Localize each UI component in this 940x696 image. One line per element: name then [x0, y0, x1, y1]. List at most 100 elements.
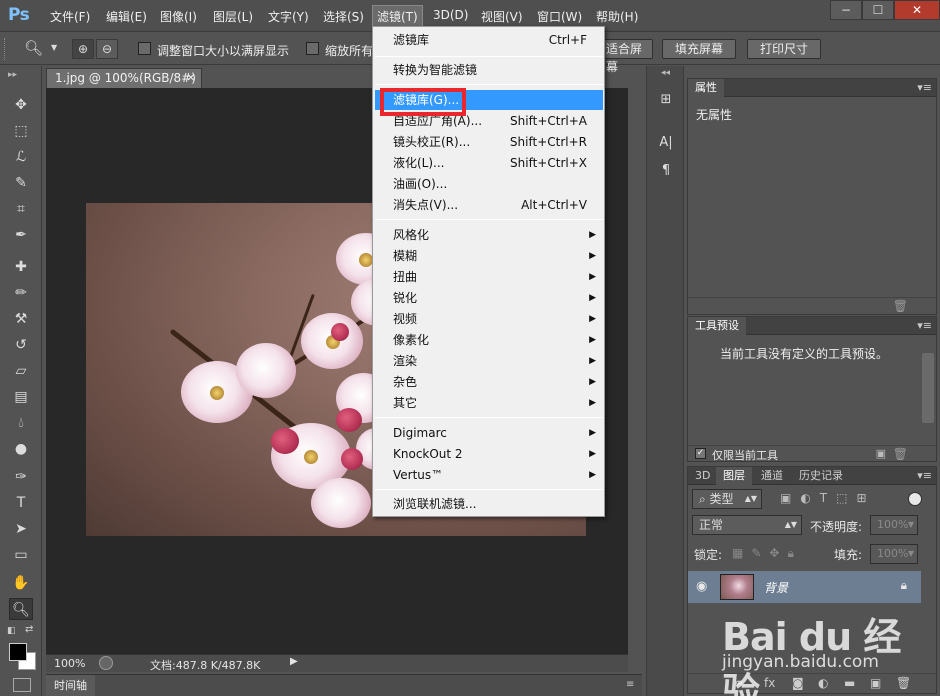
timeline-menu-icon[interactable]: ≡ [626, 679, 634, 690]
tab-tool-presets[interactable]: 工具预设 [688, 317, 746, 335]
fill-input[interactable]: 100% ▼ [870, 544, 918, 564]
panel-menu-icon[interactable]: ▾≡ [917, 319, 932, 332]
fill-screen-button[interactable]: 填充屏幕 [662, 39, 736, 59]
eraser-tool-icon[interactable]: ▱ [9, 360, 33, 382]
maximize-button[interactable]: ☐ [862, 0, 894, 20]
collapse-toolbar-icon[interactable]: ▸▸ [8, 70, 17, 80]
eyedropper-tool-icon[interactable]: ✒ [9, 224, 33, 246]
eye-icon[interactable]: ◉ [696, 579, 707, 594]
zoom-all-checkbox[interactable] [306, 42, 319, 55]
menu-item-blur[interactable]: 模糊 ▶ [373, 246, 604, 266]
brush-tool-icon[interactable]: ✏ [9, 282, 33, 304]
menu-item-render[interactable]: 渲染 ▶ [373, 351, 604, 371]
tab-history[interactable]: 历史记录 [792, 467, 850, 485]
layer-row[interactable]: ◉ 背景 🔒︎ [688, 571, 921, 603]
zoom-out-icon[interactable]: ⊖ [96, 39, 118, 59]
panel-menu-icon[interactable]: ▾≡ [917, 81, 932, 94]
menu-item-oil-paint[interactable]: 油画(O)... [373, 174, 604, 194]
menu-item-video[interactable]: 视频 ▶ [373, 309, 604, 329]
menu-item-pixelate[interactable]: 像素化 ▶ [373, 330, 604, 350]
tab-channels[interactable]: 通道 [754, 467, 790, 485]
menu-item-browse-online-filters[interactable]: 浏览联机滤镜... [373, 494, 604, 514]
minimize-button[interactable]: − [830, 0, 862, 20]
menu-item-vanishing-point[interactable]: 消失点(V)... Alt+Ctrl+V [373, 195, 604, 215]
menu-item-sharpen[interactable]: 锐化 ▶ [373, 288, 604, 308]
gradient-tool-icon[interactable]: ▤ [9, 386, 33, 408]
menu-item-digimarc[interactable]: Digimarc ▶ [373, 423, 604, 443]
shape-tool-icon[interactable]: ▭ [9, 544, 33, 566]
menu-help[interactable]: 帮助(H) [596, 8, 638, 25]
menu-item-stylize[interactable]: 风格化 ▶ [373, 225, 604, 245]
document-tab[interactable]: 1.jpg @ 100%(RGB/8#) ✕ [46, 68, 202, 88]
new-preset-icon[interactable]: ▣ [876, 447, 886, 460]
menu-item-distort[interactable]: 扭曲 ▶ [373, 267, 604, 287]
zoom-level[interactable]: 100% [54, 657, 85, 670]
collapse-strip-icon[interactable]: ◂◂ [661, 68, 670, 78]
panel-menu-icon[interactable]: ▾≡ [917, 469, 932, 482]
blur-tool-icon[interactable]: 💧︎ [9, 412, 33, 434]
opacity-input[interactable]: 100% ▼ [870, 515, 918, 535]
delete-icon[interactable]: 🗑︎ [893, 447, 908, 461]
menu-item-knockout[interactable]: KnockOut 2 ▶ [373, 444, 604, 464]
delete-icon[interactable]: 🗑︎ [893, 299, 908, 313]
character-strip-icon[interactable]: A| [656, 133, 676, 153]
menu-select[interactable]: 选择(S) [323, 8, 364, 25]
options-grip[interactable] [4, 38, 9, 60]
menu-filter[interactable]: 滤镜(T) [372, 5, 423, 28]
close-tab-icon[interactable]: ✕ [187, 69, 195, 88]
menu-item-convert-smart-filter[interactable]: 转换为智能滤镜 [373, 60, 604, 80]
menu-item-vertus[interactable]: Vertus™ ▶ [373, 465, 604, 485]
default-colors-icon[interactable]: ◧ [7, 626, 16, 636]
menu-item-filter-gallery-last[interactable]: 滤镜库 Ctrl+F [373, 30, 604, 50]
lock-icons[interactable]: ▦✎✥🔒︎ [732, 546, 802, 561]
type-tool-icon[interactable]: T [9, 492, 33, 514]
path-selection-tool-icon[interactable]: ➤ [9, 518, 33, 540]
dodge-tool-icon[interactable]: ● [9, 438, 33, 460]
menu-item-noise[interactable]: 杂色 ▶ [373, 372, 604, 392]
close-window-button[interactable]: ✕ [894, 0, 940, 20]
lasso-tool-icon[interactable]: ℒ [9, 146, 33, 168]
swap-colors-icon[interactable]: ⇄ [25, 624, 33, 635]
hand-tool-icon[interactable]: ✋ [9, 572, 33, 594]
blend-mode-select[interactable]: 正常 ▲▼ [692, 515, 802, 535]
tab-properties[interactable]: 属性 [688, 79, 724, 97]
quick-select-tool-icon[interactable]: ✎ [9, 172, 33, 194]
resize-windows-checkbox[interactable] [138, 42, 151, 55]
layer-filter-icons[interactable]: ▣◐T⬚⊞ [780, 491, 876, 505]
menu-layer[interactable]: 图层(L) [213, 8, 253, 25]
marquee-tool-icon[interactable]: ⬚ [9, 120, 33, 142]
zoom-tool-icon[interactable]: 🔍︎ [9, 598, 33, 620]
menu-window[interactable]: 窗口(W) [537, 8, 582, 25]
clone-stamp-tool-icon[interactable]: ⚒ [9, 308, 33, 330]
zoom-in-icon[interactable]: ⊕ [72, 39, 94, 59]
timeline-tab[interactable]: 时间轴 [46, 675, 95, 696]
menu-image[interactable]: 图像(I) [160, 8, 197, 25]
move-tool-icon[interactable]: ✥ [9, 94, 33, 116]
menu-item-other[interactable]: 其它 ▶ [373, 393, 604, 413]
menu-type[interactable]: 文字(Y) [268, 8, 309, 25]
foreground-color-swatch[interactable] [9, 643, 27, 661]
print-size-button[interactable]: 打印尺寸 [747, 39, 821, 59]
doc-info-icon[interactable] [99, 656, 113, 670]
menu-3d[interactable]: 3D(D) [433, 8, 468, 22]
menu-view[interactable]: 视图(V) [481, 8, 523, 25]
paragraph-strip-icon[interactable]: ¶ [656, 161, 676, 181]
layer-name[interactable]: 背景 [764, 579, 788, 596]
pen-tool-icon[interactable]: ✑ [9, 466, 33, 488]
layer-filter-select[interactable]: ⌕ 类型 ▲▼ [692, 489, 762, 509]
tab-3d[interactable]: 3D [688, 467, 717, 485]
quick-mask-icon[interactable] [13, 678, 31, 692]
current-tool-only-checkbox[interactable]: ✓ [695, 448, 706, 459]
zoom-tool-icon[interactable]: 🔍︎ [24, 39, 43, 57]
preset-chevron-down-icon[interactable]: ▼ [51, 43, 57, 52]
tool-presets-strip-icon[interactable]: ⊞ [656, 90, 676, 110]
scrollbar[interactable] [922, 353, 934, 423]
healing-brush-tool-icon[interactable]: ✚ [9, 256, 33, 278]
menu-file[interactable]: 文件(F) [50, 8, 90, 25]
tab-layers[interactable]: 图层 [716, 467, 752, 485]
crop-tool-icon[interactable]: ⌗ [9, 198, 33, 220]
filter-toggle-icon[interactable] [908, 492, 922, 506]
menu-item-liquify[interactable]: 液化(L)... Shift+Ctrl+X [373, 153, 604, 173]
menu-edit[interactable]: 编辑(E) [106, 8, 147, 25]
status-menu-arrow-icon[interactable]: ▶ [290, 656, 298, 667]
